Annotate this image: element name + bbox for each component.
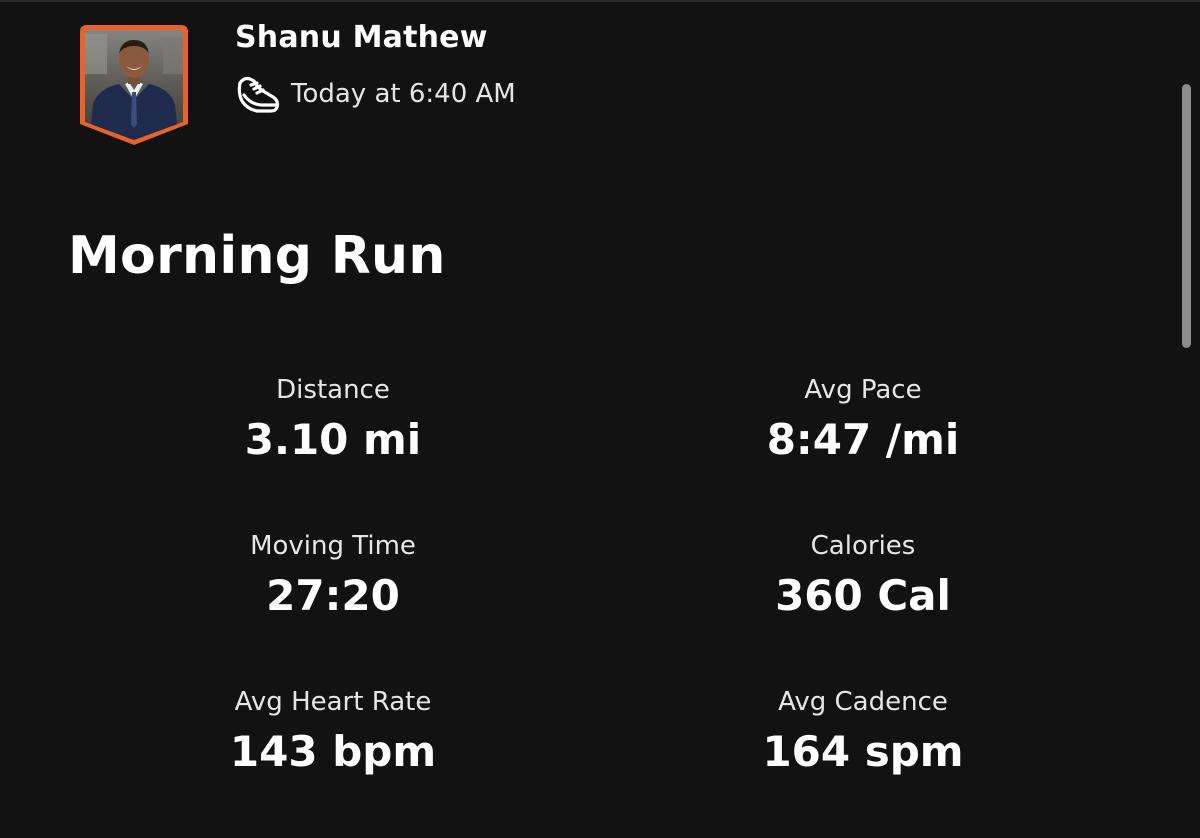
stat-value: 3.10 mi [244,415,422,464]
stat-value: 164 spm [762,727,964,776]
stat-distance: Distance 3.10 mi [68,370,598,526]
stats-grid: Distance 3.10 mi Avg Pace 8:47 /mi Movin… [68,370,1132,838]
stat-label: Avg Heart Rate [234,687,432,717]
stat-value: 27:20 [266,571,400,620]
stat-avg-pace: Avg Pace 8:47 /mi [598,370,1128,526]
stat-moving-time: Moving Time 27:20 [68,526,598,682]
stat-label: Avg Cadence [778,687,948,717]
running-shoe-icon [235,73,281,115]
stat-value: 360 Cal [775,571,951,620]
stat-label: Calories [810,531,916,561]
stat-value: 8:47 /mi [766,415,960,464]
scrollbar-thumb[interactable] [1182,84,1191,348]
stat-avg-cadence: Avg Cadence 164 spm [598,682,1128,838]
stat-label: Avg Pace [804,375,922,405]
stat-avg-heart-rate: Avg Heart Rate 143 bpm [68,682,598,838]
stat-label: Moving Time [250,531,416,561]
stat-label: Distance [276,375,390,405]
top-edge-divider [0,0,1200,2]
activity-title[interactable]: Morning Run [68,226,446,286]
stat-calories: Calories 360 Cal [598,526,1128,682]
stat-value: 143 bpm [229,727,437,776]
athlete-avatar[interactable] [79,24,189,146]
activity-meta: Today at 6:40 AM [235,72,516,116]
activity-timestamp: Today at 6:40 AM [291,79,516,109]
athlete-name[interactable]: Shanu Mathew [235,20,488,55]
